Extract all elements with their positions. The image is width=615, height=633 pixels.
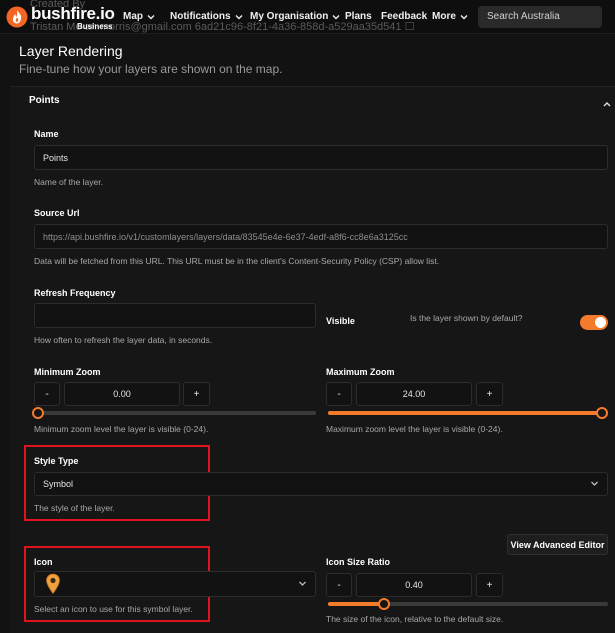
nav-more[interactable]: More: [432, 11, 468, 22]
chevron-down-icon: [591, 481, 598, 486]
name-input[interactable]: Points: [34, 145, 608, 170]
icon-size-value[interactable]: 0.40: [356, 573, 472, 597]
icon-size-slider-thumb[interactable]: [378, 598, 390, 610]
min-zoom-value[interactable]: 0.00: [64, 382, 180, 406]
chevron-down-icon: [332, 14, 340, 19]
icon-size-increment-button[interactable]: +: [476, 573, 503, 597]
max-zoom-increment-button[interactable]: +: [476, 382, 503, 406]
name-label: Name: [34, 129, 59, 139]
nav-plans-label: Plans: [345, 11, 372, 22]
max-zoom-value[interactable]: 24.00: [356, 382, 472, 406]
min-zoom-slider-thumb[interactable]: [32, 407, 44, 419]
chevron-down-icon: [460, 14, 468, 19]
min-zoom-decrement-button[interactable]: -: [34, 382, 60, 406]
icon-size-slider-fill: [328, 602, 384, 606]
nav-more-label: More: [432, 11, 456, 22]
top-nav: Created By Tristan Mo an.morris@gmail.co…: [0, 0, 615, 34]
chevron-up-icon[interactable]: [602, 100, 612, 108]
source-url-label: Source Url: [34, 208, 80, 218]
name-help: Name of the layer.: [34, 177, 103, 187]
nav-feedback[interactable]: Feedback: [381, 11, 427, 22]
nav-feedback-label: Feedback: [381, 11, 428, 22]
refresh-frequency-label: Refresh Frequency: [34, 288, 116, 298]
chevron-down-icon: [147, 14, 155, 19]
icon-help: Select an icon to use for this symbol la…: [34, 604, 193, 614]
source-url-input[interactable]: https://api.bushfire.io/v1/customlayers/…: [34, 224, 608, 249]
search-input[interactable]: Search Australia: [478, 6, 602, 28]
style-type-help: The style of the layer.: [34, 503, 115, 513]
nav-map-label: Map: [123, 11, 143, 22]
visible-toggle[interactable]: [580, 315, 608, 330]
icon-size-label: Icon Size Ratio: [326, 557, 391, 567]
min-zoom-label: Minimum Zoom: [34, 367, 101, 377]
icon-label: Icon: [34, 557, 53, 567]
map-pin-icon: [46, 573, 60, 595]
style-type-label: Style Type: [34, 456, 79, 466]
max-zoom-slider-thumb[interactable]: [596, 407, 608, 419]
max-zoom-label: Maximum Zoom: [326, 367, 395, 377]
style-type-select[interactable]: Symbol: [34, 472, 608, 496]
chevron-down-icon: [235, 14, 243, 19]
icon-size-decrement-button[interactable]: -: [326, 573, 352, 597]
icon-size-help: The size of the icon, relative to the de…: [326, 614, 504, 624]
visible-help: Is the layer shown by default?: [410, 313, 523, 323]
nav-plans[interactable]: Plans: [345, 11, 372, 22]
visible-label: Visible: [326, 316, 355, 326]
nav-notifications-label: Notifications: [170, 11, 231, 22]
max-zoom-slider-fill: [328, 411, 602, 415]
chevron-down-icon: [299, 581, 306, 586]
brand-logo[interactable]: bushfire.io: [31, 4, 115, 24]
icon-select[interactable]: [34, 571, 316, 597]
min-zoom-help: Minimum zoom level the layer is visible …: [34, 424, 209, 434]
view-advanced-editor-button[interactable]: View Advanced Editor: [507, 534, 608, 555]
min-zoom-slider-track[interactable]: [38, 411, 316, 415]
page-subtitle: Fine-tune how your layers are shown on t…: [19, 62, 283, 76]
nav-my-organisation-label: My Organisation: [250, 11, 329, 22]
page-title: Layer Rendering: [19, 43, 123, 59]
min-zoom-increment-button[interactable]: +: [183, 382, 210, 406]
refresh-frequency-input[interactable]: [34, 303, 316, 328]
nav-my-organisation[interactable]: My Organisation: [250, 11, 340, 22]
nav-map[interactable]: Map: [123, 11, 155, 22]
refresh-frequency-help: How often to refresh the layer data, in …: [34, 335, 213, 345]
brand-sub-label: Business: [77, 22, 113, 31]
source-url-help: Data will be fetched from this URL. This…: [34, 256, 440, 266]
nav-notifications[interactable]: Notifications: [170, 11, 243, 22]
flame-logo-icon: [6, 6, 28, 28]
max-zoom-help: Maximum zoom level the layer is visible …: [326, 424, 503, 434]
section-title-points[interactable]: Points: [29, 95, 60, 106]
max-zoom-decrement-button[interactable]: -: [326, 382, 352, 406]
